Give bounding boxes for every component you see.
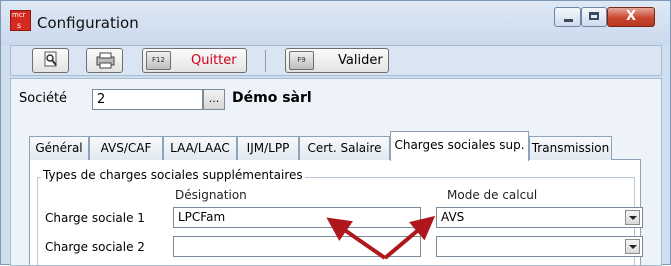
company-label: Société [19,91,68,106]
app-icon-bottom-label: s [17,21,22,30]
charge-2-label: Charge sociale 2 [45,240,145,254]
charge-1-mode-value: AVS [441,210,465,224]
minimize-icon [564,19,573,22]
toolbar: F12 Quitter F9 Valider [10,45,662,76]
print-preview-icon [44,51,57,67]
window-title: Configuration [37,14,139,32]
charge-1-designation-input[interactable]: LPCFam [173,207,421,228]
chevron-down-icon[interactable] [625,210,640,225]
tab-charges-sociales-sup[interactable]: Charges sociales sup. [390,131,529,161]
chevron-down-icon[interactable] [625,239,640,254]
close-button[interactable]: X [607,7,655,27]
print-button[interactable] [86,48,123,73]
group-title: Types de charges sociales supplémentaire… [41,168,305,182]
f9-key-icon: F9 [289,51,314,70]
quit-button[interactable]: F12 Quitter [142,48,247,73]
tab-avs-caf[interactable]: AVS/CAF [89,136,163,160]
validate-button[interactable]: F9 Valider [285,48,389,73]
company-input[interactable]: 2 [92,89,203,110]
toolbar-separator [265,50,266,72]
company-lookup-button[interactable]: ... [203,89,225,110]
print-preview-button[interactable] [32,48,69,73]
validate-label: Valider [338,53,383,68]
tab-laa-laac[interactable]: LAA/LAAC [163,136,237,160]
f12-key-icon: F12 [146,51,171,70]
title-bar[interactable]: mcr s Configuration X [1,1,670,45]
app-icon-top-label: mcr [12,11,26,19]
company-name: Démo sàrl [232,90,312,106]
maximize-icon [589,12,599,20]
tab-cert-salaire[interactable]: Cert. Salaire [299,136,390,160]
tab-transmission[interactable]: Transmission [529,136,612,160]
tab-general[interactable]: Général [29,136,89,160]
charge-2-mode-select[interactable] [436,236,643,257]
minimize-button[interactable] [554,7,581,27]
designation-header: Désignation [175,188,247,202]
close-icon: X [625,9,637,24]
charge-2-designation-input[interactable] [173,236,421,257]
charge-1-mode-select[interactable]: AVS [436,207,643,228]
maximize-button[interactable] [581,7,607,27]
charge-1-label: Charge sociale 1 [45,211,145,225]
tab-ijm-lpp[interactable]: IJM/LPP [237,136,299,160]
mode-header: Mode de calcul [447,188,538,202]
app-icon: mcr s [10,10,31,31]
printer-icon [96,52,115,69]
quit-label: Quitter [191,53,237,68]
